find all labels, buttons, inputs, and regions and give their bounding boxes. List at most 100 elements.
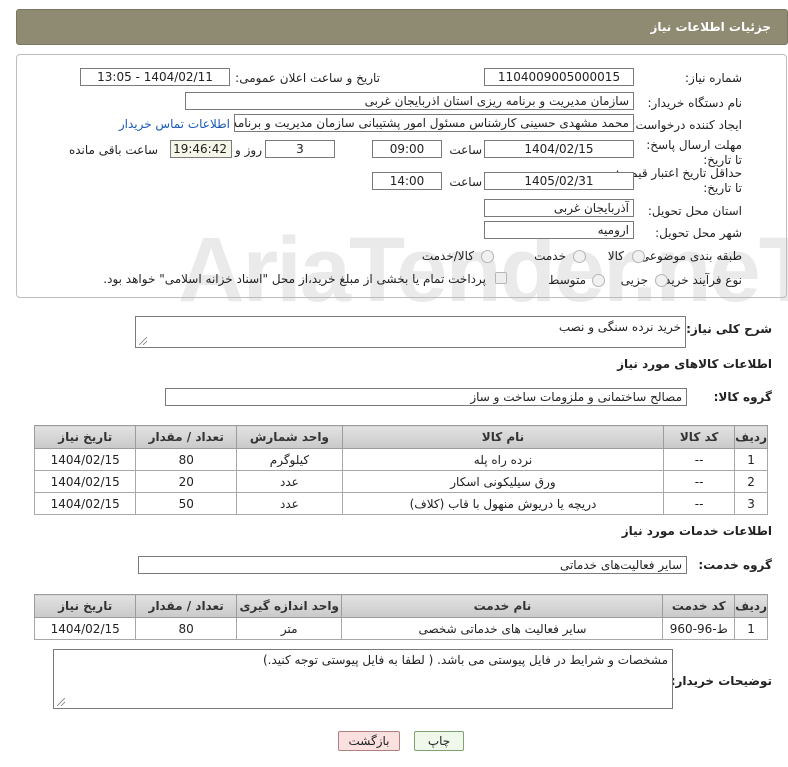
summary-text: خرید نرده سنگی و نصب	[558, 320, 681, 334]
col-code: کد خدمت	[662, 594, 736, 618]
cell-row: 1	[734, 617, 768, 640]
col-unit: واحد اندازه گیری	[235, 594, 343, 618]
cell-unit: عدد	[236, 470, 343, 493]
category-option-service: خدمت	[534, 249, 566, 263]
cell-unit: متر	[235, 617, 343, 640]
cell-name: ورق سیلیکونی اسکار	[341, 470, 665, 493]
cell-unit: عدد	[236, 492, 343, 515]
goods-table: ردیف کد کالا نام کالا واحد شمارش تعداد /…	[33, 425, 768, 515]
process-option-minor: جزیی	[620, 273, 648, 287]
cell-qty: 80	[135, 448, 238, 471]
buyer-org-label: نام دستگاه خریدار:	[647, 96, 743, 110]
deadline-time-field: 09:00	[372, 140, 442, 158]
services-group-field: سایر فعالیت‌های خدماتی	[138, 556, 687, 574]
treasury-payment-note: پرداخت تمام یا بخشی از مبلغ خرید،از محل …	[103, 272, 486, 286]
cell-date: 1404/02/15	[33, 492, 137, 515]
cell-code: --	[663, 470, 736, 493]
category-radio-service[interactable]	[573, 250, 586, 263]
services-table-header: ردیف کد خدمت نام خدمت واحد اندازه گیری ت…	[33, 594, 768, 618]
days-label: روز و	[235, 143, 262, 157]
col-date: تاریخ نیاز	[33, 594, 137, 618]
goods-group-label: گروه کالا:	[713, 390, 772, 404]
remaining-time-field: 19:46:42	[170, 140, 232, 158]
cell-date: 1404/02/15	[33, 617, 137, 640]
cell-code: --	[663, 492, 736, 515]
delivery-city-label: شهر محل تحویل:	[655, 226, 742, 240]
category-label: طبقه بندی موضوعی:	[635, 249, 742, 263]
cell-name: نرده راه پله	[341, 448, 665, 471]
process-radio-minor[interactable]	[655, 274, 668, 287]
cell-qty: 80	[135, 617, 237, 640]
col-name: نام خدمت	[341, 594, 664, 618]
cell-row: 3	[734, 492, 768, 515]
table-row: 2 -- ورق سیلیکونی اسکار عدد 20 1404/02/1…	[33, 470, 768, 493]
price-validity-date-field: 1405/02/31	[484, 172, 634, 190]
col-qty: تعداد / مقدار	[135, 425, 238, 449]
category-radio-goods[interactable]	[632, 250, 645, 263]
cell-row: 2	[734, 470, 768, 493]
price-validity-time-field: 14:00	[372, 172, 442, 190]
goods-group-field: مصالح ساختمانی و ملزومات ساخت و ساز	[165, 388, 687, 406]
table-row: 1 -- نرده راه پله کیلوگرم 80 1404/02/15	[33, 448, 768, 471]
table-row: 3 -- دریچه یا دریوش منهول با قاب (کلاف) …	[33, 492, 768, 515]
back-button[interactable]: بازگشت	[338, 731, 400, 751]
category-option-goods-service: کالا/خدمت	[421, 249, 474, 263]
cell-qty: 20	[135, 470, 238, 493]
page-header: جزئیات اطلاعات نیاز	[16, 9, 788, 45]
buyer-notes-textarea: مشخصات و شرایط در فایل پیوستی می باشد. (…	[53, 649, 673, 709]
col-unit: واحد شمارش	[236, 425, 343, 449]
cell-row: 1	[734, 448, 768, 471]
cell-name: دریچه یا دریوش منهول با قاب (کلاف)	[341, 492, 665, 515]
col-date: تاریخ نیاز	[33, 425, 137, 449]
requester-label: ایجاد کننده درخواست:	[631, 118, 742, 132]
services-group-label: گروه خدمت:	[698, 558, 772, 572]
cell-code: ط-96-960	[662, 617, 736, 640]
buyer-org-field: سازمان مدیریت و برنامه ریزی استان اذربای…	[185, 92, 634, 110]
announce-datetime-label: تاریخ و ساعت اعلان عمومی:	[235, 71, 380, 85]
services-table: ردیف کد خدمت نام خدمت واحد اندازه گیری ت…	[33, 594, 768, 640]
deadline-date-field: 1404/02/15	[484, 140, 634, 158]
process-type-label: نوع فرآیند خرید :	[657, 273, 742, 287]
cell-name: سایر فعالیت های خدماتی شخصی	[341, 617, 664, 640]
delivery-province-field: آذربایجان غربی	[484, 199, 634, 217]
category-radio-goods-service[interactable]	[481, 250, 494, 263]
col-row: ردیف	[734, 594, 768, 618]
col-qty: تعداد / مقدار	[135, 594, 237, 618]
page-title: جزئیات اطلاعات نیاز	[650, 20, 771, 34]
col-code: کد کالا	[663, 425, 736, 449]
price-validity-time-label: ساعت	[449, 175, 482, 189]
cell-code: --	[663, 448, 736, 471]
announce-datetime-field: 1404/02/11 - 13:05	[80, 68, 230, 86]
process-radio-medium[interactable]	[592, 274, 605, 287]
need-number-label: شماره نیاز:	[685, 71, 742, 85]
category-option-goods: کالا	[607, 249, 624, 263]
treasury-payment-checkbox[interactable]	[495, 272, 507, 284]
col-name: نام کالا	[341, 425, 665, 449]
goods-table-header: ردیف کد کالا نام کالا واحد شمارش تعداد /…	[33, 425, 768, 449]
delivery-province-label: استان محل تحویل:	[647, 204, 742, 218]
table-row: 1 ط-96-960 سایر فعالیت های خدماتی شخصی م…	[33, 617, 768, 640]
delivery-city-field: ارومیه	[484, 221, 634, 239]
buyer-contact-link[interactable]: اطلاعات تماس خریدار	[119, 117, 230, 131]
col-row: ردیف	[734, 425, 768, 449]
cell-unit: کیلوگرم	[236, 448, 343, 471]
goods-section-title: اطلاعات کالاهای مورد نیاز	[617, 357, 772, 371]
summary-label: شرح کلی نیاز:	[686, 322, 772, 336]
deadline-label: مهلت ارسال پاسخ: تا تاریخ:	[646, 138, 742, 167]
summary-textarea: خرید نرده سنگی و نصب	[135, 316, 686, 348]
cell-date: 1404/02/15	[33, 470, 137, 493]
cell-qty: 50	[135, 492, 238, 515]
services-section-title: اطلاعات خدمات مورد نیاز	[621, 524, 772, 538]
deadline-time-label: ساعت	[449, 143, 482, 157]
process-option-medium: متوسط	[548, 273, 586, 287]
buyer-notes-label: توضیحات خریدار:	[670, 674, 772, 688]
days-remaining-field: 3	[265, 140, 335, 158]
resize-handle-icon[interactable]	[57, 698, 65, 706]
print-button[interactable]: چاپ	[414, 731, 464, 751]
buyer-notes-text: مشخصات و شرایط در فایل پیوستی می باشد. (…	[262, 653, 668, 667]
need-number-field: 1104009005000015	[484, 68, 634, 86]
remaining-time-label: ساعت باقی مانده	[68, 143, 158, 157]
requester-field: محمد مشهدی حسینی کارشناس مسئول امور پشتی…	[234, 114, 634, 132]
resize-handle-icon[interactable]	[139, 337, 147, 345]
cell-date: 1404/02/15	[33, 448, 137, 471]
